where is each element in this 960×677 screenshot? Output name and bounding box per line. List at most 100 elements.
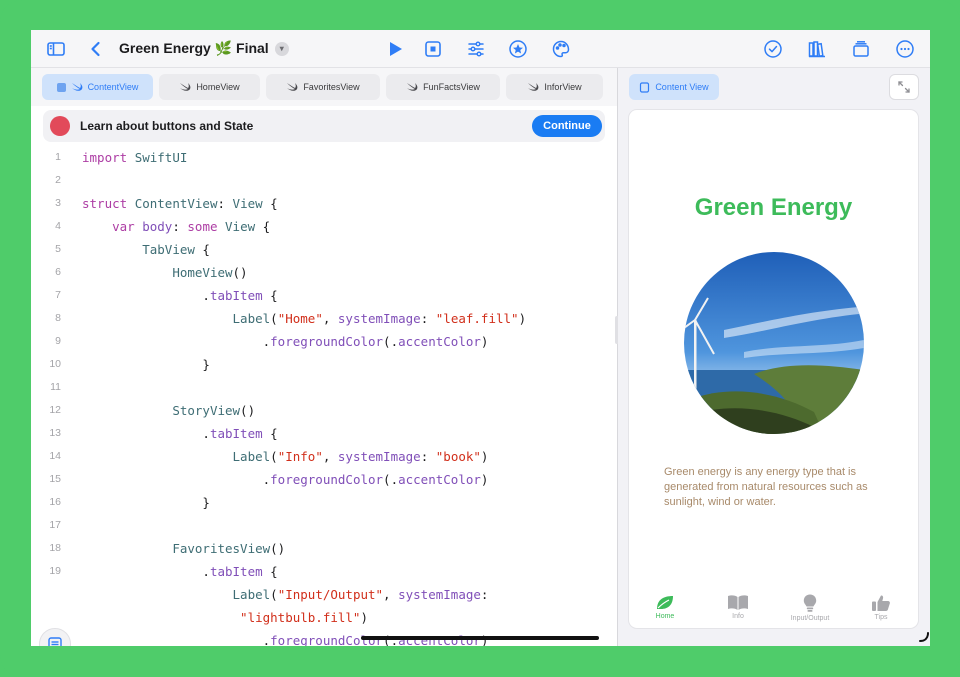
code-text: HomeView()	[172, 265, 248, 280]
thumbs-up-icon	[872, 595, 890, 611]
line-number: 9	[55, 335, 61, 347]
line-number: 16	[49, 496, 61, 508]
code-text: FavoritesView()	[172, 541, 286, 556]
resize-corner-icon[interactable]	[919, 632, 929, 642]
app-title: Green Energy	[694, 194, 853, 221]
app-tab-tips[interactable]: Tips	[851, 594, 911, 621]
chevron-down-icon[interactable]: ▾	[274, 41, 289, 56]
code-line[interactable]: 3 struct ContentView: View {	[31, 192, 617, 215]
line-number: 14	[49, 450, 61, 462]
app-tab-info[interactable]: Info	[708, 594, 768, 620]
app-tab-home[interactable]: Home	[635, 594, 695, 620]
back-chevron-icon[interactable]	[86, 39, 106, 59]
app-tab-label: Info	[732, 613, 744, 620]
code-line[interactable]: 5 TabView {	[31, 238, 617, 261]
code-text: struct ContentView: View {	[82, 196, 278, 211]
star-icon[interactable]	[508, 39, 528, 59]
banner-text: Learn about buttons and State	[80, 119, 254, 133]
code-line[interactable]: 19 .tabItem {	[31, 560, 617, 583]
line-number: 1	[55, 151, 61, 163]
code-line[interactable]: 12 StoryView()	[31, 399, 617, 422]
preview-tab-label: Content View	[655, 82, 709, 92]
code-line[interactable]: 4 var body: some View {	[31, 215, 617, 238]
line-number: 3	[55, 197, 61, 209]
app-tab-label: Home	[655, 613, 675, 620]
tab-label: FunFactsView	[423, 82, 480, 92]
code-line[interactable]: Label("Input/Output", systemImage:	[31, 583, 617, 606]
book-icon	[728, 595, 748, 610]
ipad-screen: Green Energy 🌿 Final ▾ ContentView HomeV…	[31, 30, 930, 646]
swift-icon	[180, 83, 191, 91]
code-text: }	[82, 357, 210, 372]
line-number: 19	[49, 565, 61, 577]
file-marker-icon	[56, 82, 66, 92]
code-text: import SwiftUI	[82, 150, 188, 165]
code-line[interactable]: 9 .foregroundColor(.accentColor)	[31, 330, 617, 353]
tab-favoritesview[interactable]: FavoritesView	[266, 74, 380, 100]
app-description: Green energy is any energy type that is …	[664, 466, 868, 508]
code-line[interactable]: 8 Label("Home", systemImage: "leaf.fill"…	[31, 307, 617, 330]
tab-inforview[interactable]: InforView	[506, 74, 603, 100]
preview-device-icon	[640, 81, 650, 93]
code-line[interactable]: 10 }	[31, 353, 617, 376]
line-number: 10	[49, 358, 61, 370]
code-line[interactable]: 18 FavoritesView()	[31, 537, 617, 560]
sliders-icon[interactable]	[466, 39, 486, 59]
code-line[interactable]: 14 Label("Info", systemImage: "book")	[31, 445, 617, 468]
play-icon[interactable]	[385, 39, 405, 59]
expand-icon[interactable]	[889, 74, 919, 100]
line-number: 17	[49, 519, 61, 531]
code-line[interactable]: 11	[31, 376, 617, 399]
tab-contentview[interactable]: ContentView	[42, 74, 153, 100]
code-text: .tabItem {	[82, 288, 278, 303]
preview-pane: Content View Green Energy Green energy i…	[618, 68, 930, 646]
tab-label: FavoritesView	[303, 82, 360, 92]
stack-icon[interactable]	[851, 39, 871, 59]
sidebar-icon[interactable]	[46, 39, 66, 59]
code-line[interactable]: 7 .tabItem {	[31, 284, 617, 307]
code-line[interactable]: "lightbulb.fill")	[31, 606, 617, 629]
line-number: 18	[49, 542, 61, 554]
library-icon[interactable]	[807, 39, 827, 59]
mascot-icon	[50, 116, 70, 136]
code-text: .foregroundColor(.accentColor)	[82, 472, 489, 487]
file-tabs: ContentView HomeView FavoritesView FunFa…	[31, 68, 617, 106]
line-number: 13	[49, 427, 61, 439]
code-line[interactable]: 1 import SwiftUI	[31, 146, 617, 169]
palette-icon[interactable]	[551, 39, 571, 59]
tab-label: HomeView	[196, 82, 240, 92]
code-line[interactable]: 16 }	[31, 491, 617, 514]
tab-homeview[interactable]: HomeView	[159, 74, 260, 100]
project-title-menu[interactable]: Green Energy 🌿 Final ▾	[119, 40, 289, 57]
app-tab-input-output[interactable]: Input/Output	[780, 594, 840, 622]
code-line[interactable]: 13 .tabItem {	[31, 422, 617, 445]
top-toolbar: Green Energy 🌿 Final ▾	[31, 30, 930, 68]
continue-button[interactable]: Continue	[532, 115, 602, 137]
code-text: Label("Input/Output", systemImage:	[232, 587, 489, 602]
tab-content-view-preview[interactable]: Content View	[629, 74, 719, 100]
app-tab-label: Tips	[874, 614, 888, 621]
code-line[interactable]: 2	[31, 169, 617, 192]
code-text: var body: some View {	[112, 219, 271, 234]
code-text: .tabItem {	[82, 426, 278, 441]
code-line[interactable]: 6 HomeView()	[31, 261, 617, 284]
tab-label: ContentView	[87, 82, 139, 92]
code-line[interactable]: 15 .foregroundColor(.accentColor)	[31, 468, 617, 491]
code-text: StoryView()	[172, 403, 256, 418]
more-icon[interactable]	[895, 39, 915, 59]
line-number: 8	[55, 312, 61, 324]
line-number: 11	[50, 381, 61, 393]
swift-icon	[287, 83, 298, 91]
tab-label: InforView	[544, 82, 582, 92]
line-number: 4	[55, 220, 61, 232]
app-tab-bar: Home Info Input/Output Tips	[629, 594, 918, 628]
swift-icon	[407, 83, 418, 91]
checkmark-icon[interactable]	[763, 39, 783, 59]
line-number: 2	[55, 174, 61, 186]
code-line[interactable]: 17	[31, 514, 617, 537]
code-text: TabView {	[142, 242, 210, 257]
stop-icon[interactable]	[423, 39, 443, 59]
line-number: 12	[49, 404, 61, 416]
code-text: "lightbulb.fill")	[240, 610, 368, 625]
tab-funfactsview[interactable]: FunFactsView	[386, 74, 500, 100]
